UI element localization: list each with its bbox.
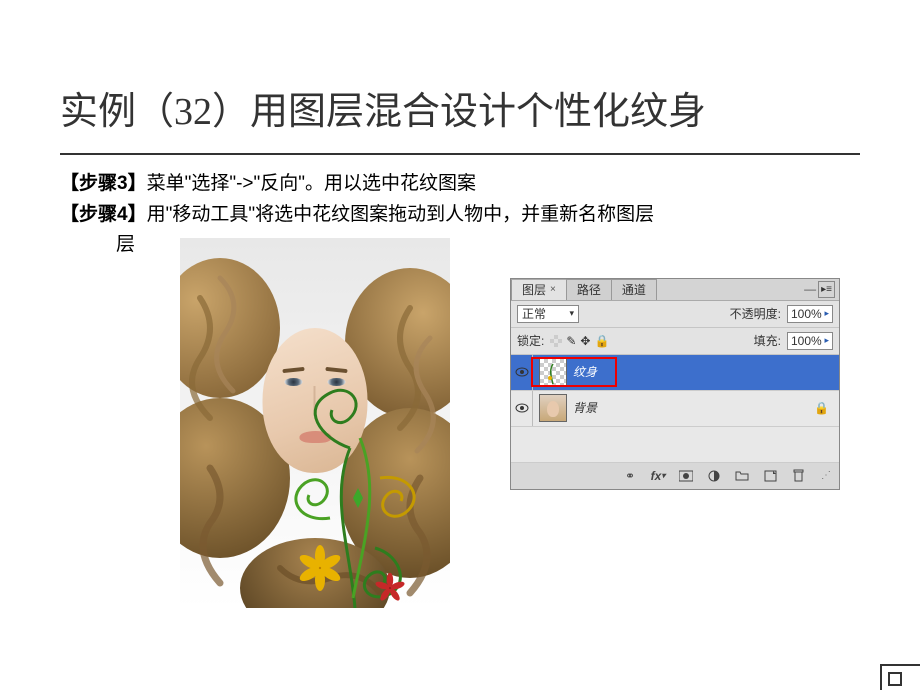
fx-icon[interactable]: fx▾	[651, 469, 665, 483]
step-label: 【步骤4】	[60, 204, 147, 225]
adjustment-icon[interactable]	[707, 469, 721, 483]
tab-paths[interactable]: 路径	[566, 279, 612, 300]
empty-layer-area	[511, 427, 839, 463]
step-3: 【步骤3】菜单"选择"->"反向"。用以选中花纹图案	[60, 170, 870, 199]
tab-channels[interactable]: 通道	[611, 279, 657, 300]
layer-row-background[interactable]: 背景 🔒	[511, 391, 839, 427]
portrait-image	[180, 238, 450, 608]
blend-mode-value: 正常	[522, 305, 546, 323]
lock-position-icon[interactable]: ✥	[580, 332, 590, 350]
layer-name: 背景	[573, 399, 597, 417]
lock-all-icon[interactable]: 🔒	[594, 332, 609, 350]
lock-transparency-icon[interactable]	[550, 335, 562, 347]
blend-mode-dropdown[interactable]: 正常 ▾	[517, 305, 579, 323]
title-area: 实例（32）用图层混合设计个性化纹身	[0, 0, 920, 145]
tab-layers[interactable]: 图层 ×	[511, 279, 567, 300]
layers-panel: 图层 × 路径 通道 — ▸≡ 正常	[510, 278, 840, 490]
fill-input[interactable]: 100% ▸	[787, 332, 833, 350]
opacity-value: 100%	[791, 305, 822, 323]
tab-label: 路径	[577, 281, 601, 299]
lock-fill-row: 锁定: ✎ ✥ 🔒 填充: 100% ▸	[511, 328, 839, 355]
mask-icon[interactable]	[679, 469, 693, 483]
content-area: 【步骤3】菜单"选择"->"反向"。用以选中花纹图案 【步骤4】用"移动工具"将…	[0, 155, 920, 608]
chevron-right-icon: ▸	[824, 334, 829, 348]
layer-row-tattoo[interactable]: 纹身	[511, 355, 839, 391]
link-layers-icon[interactable]: ⚭	[623, 469, 637, 483]
minimize-icon[interactable]: —	[804, 280, 816, 298]
blend-opacity-row: 正常 ▾ 不透明度: 100% ▸	[511, 301, 839, 328]
slide-corner-decoration	[880, 664, 920, 690]
folder-icon[interactable]	[735, 469, 749, 483]
opacity-input[interactable]: 100% ▸	[787, 305, 833, 323]
trash-icon[interactable]	[791, 469, 805, 483]
step-cont-text: 层	[116, 234, 135, 255]
opacity-label: 不透明度:	[730, 305, 781, 323]
layer-thumbnail[interactable]	[539, 358, 567, 386]
eye-icon	[515, 367, 529, 377]
tab-label: 通道	[622, 281, 646, 299]
panel-menu-icon[interactable]: ▸≡	[818, 281, 835, 298]
step-text: 用"移动工具"将选中花纹图案拖动到人物中，并重新名称图层	[147, 204, 655, 225]
step-4: 【步骤4】用"移动工具"将选中花纹图案拖动到人物中，并重新名称图层	[60, 201, 870, 230]
visibility-toggle[interactable]	[511, 355, 533, 390]
slide-title: 实例（32）用图层混合设计个性化纹身	[60, 80, 870, 135]
resize-grip-icon[interactable]: ⋰	[821, 468, 831, 483]
chevron-down-icon: ▾	[569, 307, 574, 321]
chevron-right-icon: ▸	[824, 307, 829, 321]
tab-label: 图层	[522, 281, 546, 299]
lock-icon: 🔒	[814, 399, 829, 417]
lock-label: 锁定:	[517, 332, 544, 350]
panel-tabs: 图层 × 路径 通道 — ▸≡	[511, 279, 839, 301]
step-label: 【步骤3】	[60, 173, 147, 194]
lock-paint-icon[interactable]: ✎	[566, 332, 576, 350]
images-row: 图层 × 路径 通道 — ▸≡ 正常	[60, 238, 870, 608]
step-text: 菜单"选择"->"反向"。用以选中花纹图案	[147, 173, 476, 194]
tab-close-icon[interactable]: ×	[550, 282, 556, 297]
panel-footer: ⚭ fx▾ ⋰	[511, 463, 839, 489]
fill-label: 填充:	[754, 332, 781, 350]
visibility-toggle[interactable]	[511, 391, 533, 426]
layer-thumbnail[interactable]	[539, 394, 567, 422]
layer-name: 纹身	[573, 363, 597, 381]
slide: 实例（32）用图层混合设计个性化纹身 【步骤3】菜单"选择"->"反向"。用以选…	[0, 0, 920, 690]
new-layer-icon[interactable]	[763, 469, 777, 483]
fill-value: 100%	[791, 332, 822, 350]
floral-swirl-pattern	[280, 388, 430, 608]
eye-icon	[515, 403, 529, 413]
